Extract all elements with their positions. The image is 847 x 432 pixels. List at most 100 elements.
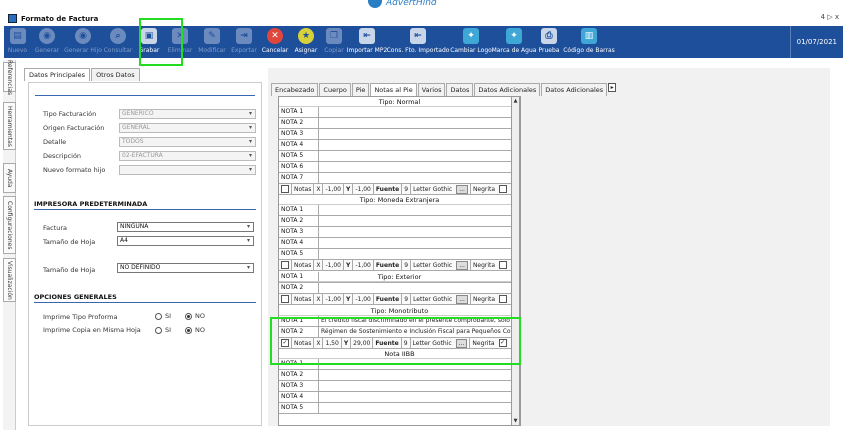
- font-picker-button[interactable]: ...: [456, 260, 468, 270]
- checkbox-icon[interactable]: [281, 261, 289, 269]
- scroll-down-icon[interactable]: ▼: [512, 417, 519, 425]
- detalle-select[interactable]: TODOS ▾: [119, 137, 256, 147]
- note-input[interactable]: [319, 238, 520, 248]
- tab-scroll-right-icon[interactable]: ▸: [608, 83, 617, 92]
- toolbar-label: Nuevo: [7, 47, 28, 54]
- factura-value: NINGUNA: [120, 223, 149, 230]
- note-input[interactable]: [319, 129, 520, 139]
- sidetab-visualizaci-n[interactable]: Visualización: [3, 258, 16, 302]
- font-picker-button[interactable]: ...: [456, 184, 468, 194]
- note-input[interactable]: [319, 283, 520, 293]
- generar-button[interactable]: ◉ Generar: [31, 26, 63, 58]
- prueba-button[interactable]: ⎙ Prueba: [535, 26, 563, 58]
- descripcion-select[interactable]: 02-EFACTURA ▾: [119, 151, 256, 161]
- left-tabs: Datos Principales Otros Datos: [24, 68, 262, 81]
- consultar-button[interactable]: ⌕ Consultar: [103, 26, 133, 58]
- font-picker-button[interactable]: ...: [456, 294, 468, 304]
- y-value[interactable]: -1,00: [352, 183, 373, 195]
- font-size-value[interactable]: 9: [401, 183, 410, 195]
- sidetab-label: Referencias: [6, 59, 13, 95]
- sidetab-configuraciones[interactable]: Configuraciones: [3, 196, 16, 254]
- tab-otros-datos[interactable]: Otros Datos: [91, 68, 140, 81]
- asignar-button[interactable]: ★ Asignar: [291, 26, 321, 58]
- highlight-monotributo: [270, 317, 521, 365]
- copia-si-radio[interactable]: SI: [155, 326, 171, 334]
- nuevo-formato-select[interactable]: ▾: [119, 165, 256, 175]
- note-input[interactable]: [319, 216, 520, 226]
- note-label: NOTA 3: [279, 227, 319, 237]
- nuevo-button[interactable]: ▤ Nuevo: [4, 26, 31, 58]
- copiar-button[interactable]: ❐ Copiar: [321, 26, 347, 58]
- copia-no-radio[interactable]: NO: [185, 326, 205, 334]
- proforma-no-radio[interactable]: NO: [185, 312, 205, 320]
- tab-cuerpo[interactable]: Cuerpo: [319, 83, 351, 96]
- sidetab-ayuda[interactable]: Ayuda: [3, 163, 16, 193]
- vertical-scrollbar[interactable]: ▲ ▼: [511, 96, 520, 426]
- tamano-hoja-select[interactable]: A4 ▾: [117, 236, 254, 246]
- barcode-icon: ▥: [581, 28, 597, 44]
- tamano-hoja-2-select[interactable]: NO DEFINIDO ▾: [117, 263, 254, 273]
- y-value[interactable]: -1,00: [352, 259, 373, 271]
- note-input[interactable]: [319, 107, 520, 117]
- proforma-si-radio[interactable]: SI: [155, 312, 171, 320]
- note-input[interactable]: [319, 140, 520, 150]
- factura-select[interactable]: NINGUNA ▾: [117, 222, 254, 232]
- tab-datos-principales[interactable]: Datos Principales: [24, 68, 91, 81]
- note-input[interactable]: [319, 403, 520, 413]
- note-input[interactable]: [319, 151, 520, 161]
- note-label: NOTA 3: [279, 129, 319, 139]
- tab-pie[interactable]: Pie: [351, 83, 370, 96]
- tab-datos-adicionales[interactable]: Datos Adicionales: [474, 83, 541, 96]
- tipo-facturacion-select[interactable]: GENERICO ▾: [119, 109, 256, 119]
- x-value[interactable]: -1,00: [322, 259, 343, 271]
- font-name-value[interactable]: Letter Gothic: [410, 293, 454, 305]
- checkbox-icon[interactable]: [499, 295, 508, 303]
- font-size-value[interactable]: 9: [401, 259, 410, 271]
- checkbox-icon[interactable]: [499, 261, 508, 269]
- tab-encabezado[interactable]: Encabezado: [271, 83, 319, 96]
- note-row: NOTA 4: [279, 238, 520, 249]
- note-input[interactable]: [319, 370, 520, 380]
- tab-notas-al-pie[interactable]: Notas al Pie: [370, 83, 417, 96]
- x-value[interactable]: -1,00: [322, 183, 343, 195]
- note-input[interactable]: [319, 173, 520, 183]
- checkbox-icon[interactable]: [281, 185, 289, 193]
- generar-hijo-button[interactable]: ◉ Generar Hijo: [63, 26, 103, 58]
- font-size-value[interactable]: 9: [401, 293, 410, 305]
- cons-fto-importado-button[interactable]: ⇤ Cons. Fto. Importado: [387, 26, 449, 58]
- note-input[interactable]: [319, 249, 520, 259]
- font-name-value[interactable]: Letter Gothic: [410, 183, 454, 195]
- scroll-up-icon[interactable]: ▲: [512, 97, 519, 105]
- fuente-label: Fuente: [372, 293, 401, 305]
- note-input[interactable]: [319, 227, 520, 237]
- note-input[interactable]: [319, 205, 520, 215]
- y-value[interactable]: -1,00: [352, 293, 373, 305]
- exportar-button[interactable]: ⇥ Exportar: [229, 26, 259, 58]
- cambiar-logo-button[interactable]: ✦ Cambiar Logo: [449, 26, 493, 58]
- checkbox-icon[interactable]: [281, 295, 289, 303]
- window-controls[interactable]: 4 ▷ x: [821, 13, 839, 21]
- note-input[interactable]: [319, 392, 520, 402]
- origen-facturacion-select[interactable]: GENERAL ▾: [119, 123, 256, 133]
- importar-mp2-button[interactable]: ⇤ Importar MP2: [347, 26, 387, 58]
- note-input[interactable]: [319, 118, 520, 128]
- tab-datos-adicionales[interactable]: Datos Adicionales: [541, 83, 608, 96]
- marca-de-agua-button[interactable]: ✦ Marca de Agua: [492, 26, 536, 58]
- font-name-value[interactable]: Letter Gothic: [410, 259, 454, 271]
- query-icon: ⌕: [110, 28, 126, 44]
- cancelar-button[interactable]: ✕ Cancelar: [259, 26, 291, 58]
- checkbox-icon[interactable]: [499, 185, 508, 193]
- note-label: NOTA 7: [279, 173, 319, 183]
- note-input[interactable]: [319, 162, 520, 172]
- c-digo-de-barras-button[interactable]: ▥ Código de Barras: [563, 26, 615, 58]
- tab-varios[interactable]: Varios: [417, 83, 446, 96]
- x-value[interactable]: -1,00: [322, 293, 343, 305]
- modificar-button[interactable]: ✎ Modificar: [195, 26, 229, 58]
- note-label: NOTA 5: [279, 403, 319, 413]
- sidetab-referencias[interactable]: Referencias: [3, 59, 16, 95]
- note-input[interactable]: [319, 381, 520, 391]
- tab-datos[interactable]: Datos: [446, 83, 474, 96]
- imported-format-icon: ⇤: [410, 28, 426, 44]
- sidetab-herramientas[interactable]: Herramientas: [3, 102, 16, 150]
- x-label: X: [313, 259, 322, 271]
